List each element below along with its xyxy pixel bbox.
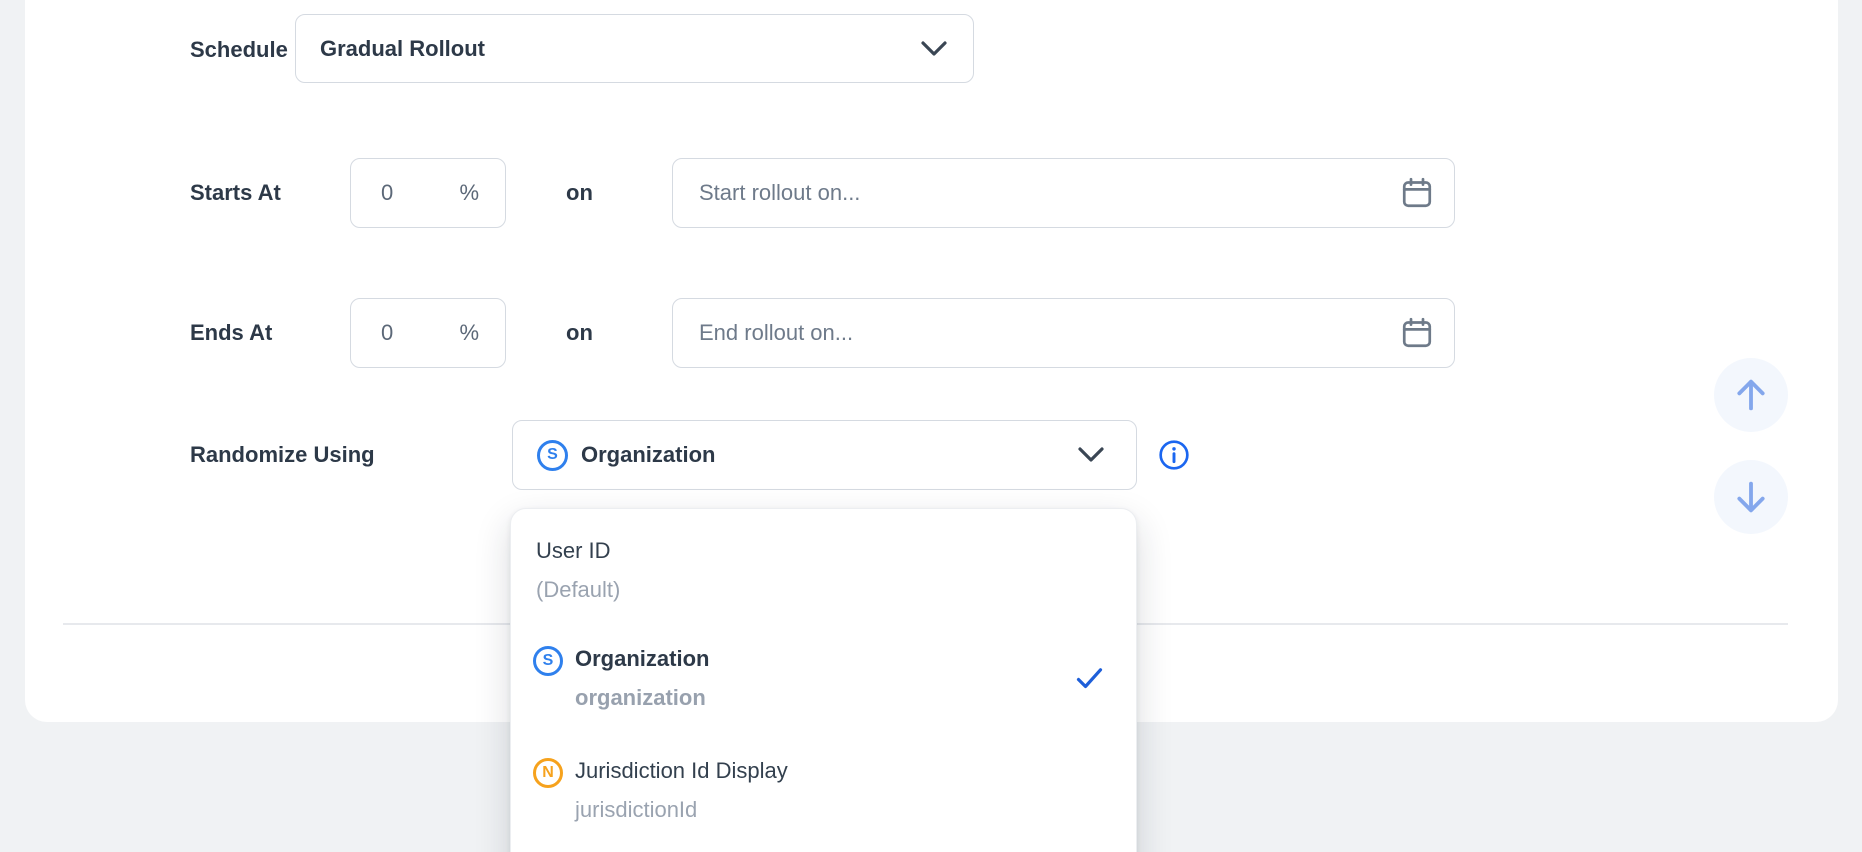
dropdown-item-subtitle: jurisdictionId	[575, 795, 788, 825]
dropdown-item-subtitle: (Default)	[536, 575, 620, 605]
ends-at-connector: on	[566, 318, 593, 348]
end-date-field	[672, 298, 1455, 368]
dropdown-item-organization[interactable]: S Organization organization	[533, 644, 709, 713]
attribute-n-icon: N	[533, 758, 563, 788]
move-up-button[interactable]	[1714, 358, 1788, 432]
starts-at-percent-input[interactable]	[351, 180, 429, 206]
ends-at-percent-field: %	[350, 298, 506, 368]
move-down-button[interactable]	[1714, 460, 1788, 534]
randomize-using-select-value: Organization	[581, 442, 715, 468]
ends-at-label: Ends At	[190, 318, 272, 348]
chevron-down-icon	[921, 41, 947, 57]
calendar-icon[interactable]	[1399, 315, 1435, 351]
starts-at-connector: on	[566, 178, 593, 208]
arrow-up-icon	[1731, 375, 1771, 415]
attribute-s-icon: S	[537, 440, 568, 471]
dropdown-item-title: Jurisdiction Id Display	[575, 756, 788, 786]
ends-at-percent-unit: %	[459, 320, 479, 346]
starts-at-percent-unit: %	[459, 180, 479, 206]
ends-at-percent-input[interactable]	[351, 320, 429, 346]
attribute-s-icon: S	[533, 646, 563, 676]
starts-at-label: Starts At	[190, 178, 281, 208]
page-background: Schedule Gradual Rollout Starts At % on	[0, 0, 1862, 852]
schedule-select-value: Gradual Rollout	[320, 36, 485, 62]
dropdown-item-user-id[interactable]: User ID (Default)	[536, 536, 620, 605]
arrow-down-icon	[1731, 477, 1771, 517]
dropdown-item-title: User ID	[536, 536, 620, 566]
dropdown-item-title: Organization	[575, 644, 709, 674]
end-date-input[interactable]	[673, 299, 1454, 367]
schedule-label: Schedule	[190, 35, 288, 65]
randomize-using-label: Randomize Using	[190, 440, 375, 470]
randomize-using-dropdown: User ID (Default) S Organization organiz…	[510, 508, 1137, 852]
info-icon[interactable]	[1158, 439, 1190, 471]
calendar-icon[interactable]	[1399, 175, 1435, 211]
starts-at-percent-field: %	[350, 158, 506, 228]
schedule-select[interactable]: Gradual Rollout	[295, 14, 974, 83]
dropdown-item-subtitle: organization	[575, 683, 709, 713]
check-icon	[1076, 667, 1103, 690]
randomize-using-select[interactable]: S Organization	[512, 420, 1137, 490]
start-date-field	[672, 158, 1455, 228]
start-date-input[interactable]	[673, 159, 1454, 227]
chevron-down-icon	[1078, 447, 1104, 463]
dropdown-item-jurisdiction-id[interactable]: N Jurisdiction Id Display jurisdictionId	[533, 756, 788, 825]
